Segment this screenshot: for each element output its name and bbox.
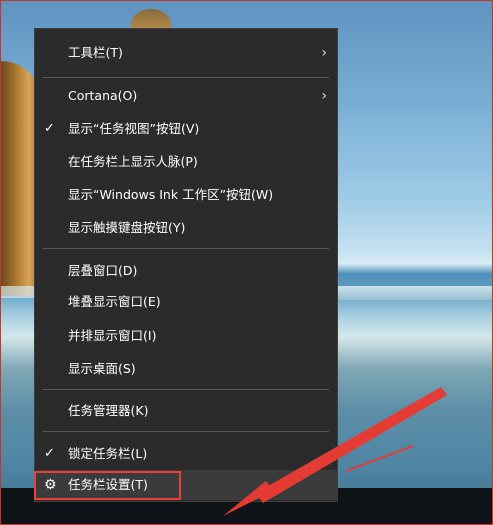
arrow-shaft bbox=[256, 387, 447, 503]
screenshot-frame: 工具栏(T) › Cortana(O) › ✓ 显示“任务视图”按钮(V) 在任… bbox=[0, 0, 493, 525]
annotation-arrow bbox=[223, 387, 447, 516]
arrow-stroke bbox=[345, 445, 414, 472]
